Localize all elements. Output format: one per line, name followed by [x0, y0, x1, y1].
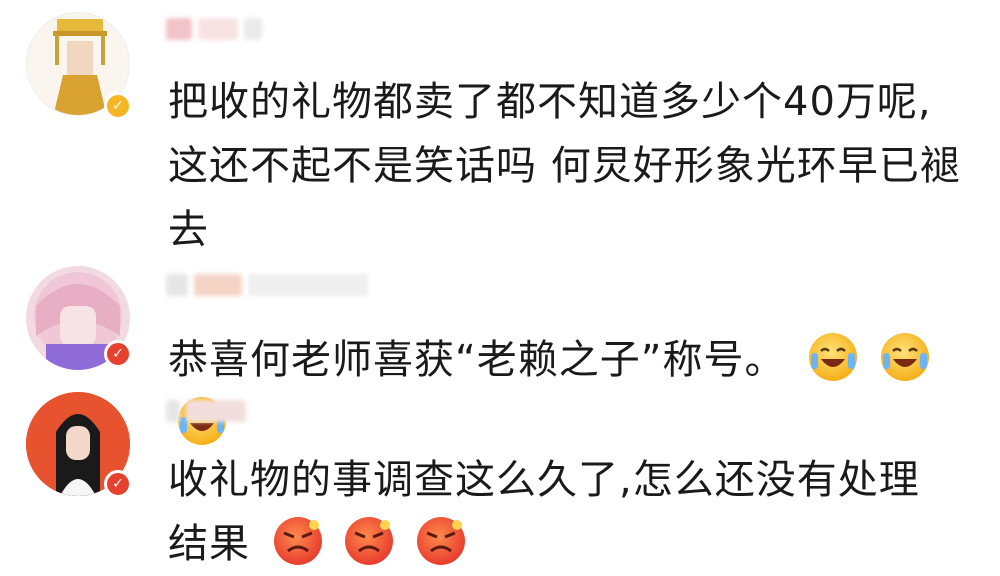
- username-blurred[interactable]: [166, 16, 262, 42]
- comment-text-line: 去: [168, 207, 209, 253]
- angry-emoji: [345, 517, 394, 565]
- comment-text: 把收的礼物都卖了都不知道多少个40万呢, 这还不起不是笑话吗 何炅好形象光环早已…: [168, 70, 988, 262]
- comment-text: 收礼物的事调查这么久了,怎么还没有处理 结果: [168, 448, 988, 576]
- comment-text-line: 结果: [168, 521, 250, 567]
- comment-item: ✓ 把收的礼物都卖了都不知道多少个40万呢, 这还不起不是笑话吗 何炅好形象光环…: [0, 0, 1000, 260]
- comment-item: ✓ 恭喜何老师喜获“老赖之子”称号。: [0, 260, 1000, 445]
- comment-text-line: 收礼物的事调查这么久了,怎么还没有处理: [168, 457, 920, 503]
- verified-badge-icon: ✓: [104, 470, 132, 498]
- comment-text-line: 恭喜何老师喜获“老赖之子”称号。: [168, 337, 786, 383]
- angry-emoji: [273, 517, 322, 565]
- username-blurred[interactable]: [166, 398, 246, 424]
- comment-item: ✓ 收礼物的事调查这么久了,怎么还没有处理 结果: [0, 380, 1000, 569]
- verified-badge-icon: ✓: [104, 340, 132, 368]
- username-blurred[interactable]: [166, 272, 368, 298]
- comment-text-line-with-emojis: 结果: [168, 512, 988, 576]
- comment-text-line: 把收的礼物都卖了都不知道多少个40万呢,: [168, 79, 932, 125]
- laugh-cry-emoji: [880, 333, 929, 381]
- angry-emoji: [417, 517, 466, 565]
- laugh-cry-emoji: [809, 333, 858, 381]
- comment-text-line: 这还不起不是笑话吗 何炅好形象光环早已褪: [168, 143, 961, 189]
- verified-badge-icon: ✓: [104, 92, 132, 120]
